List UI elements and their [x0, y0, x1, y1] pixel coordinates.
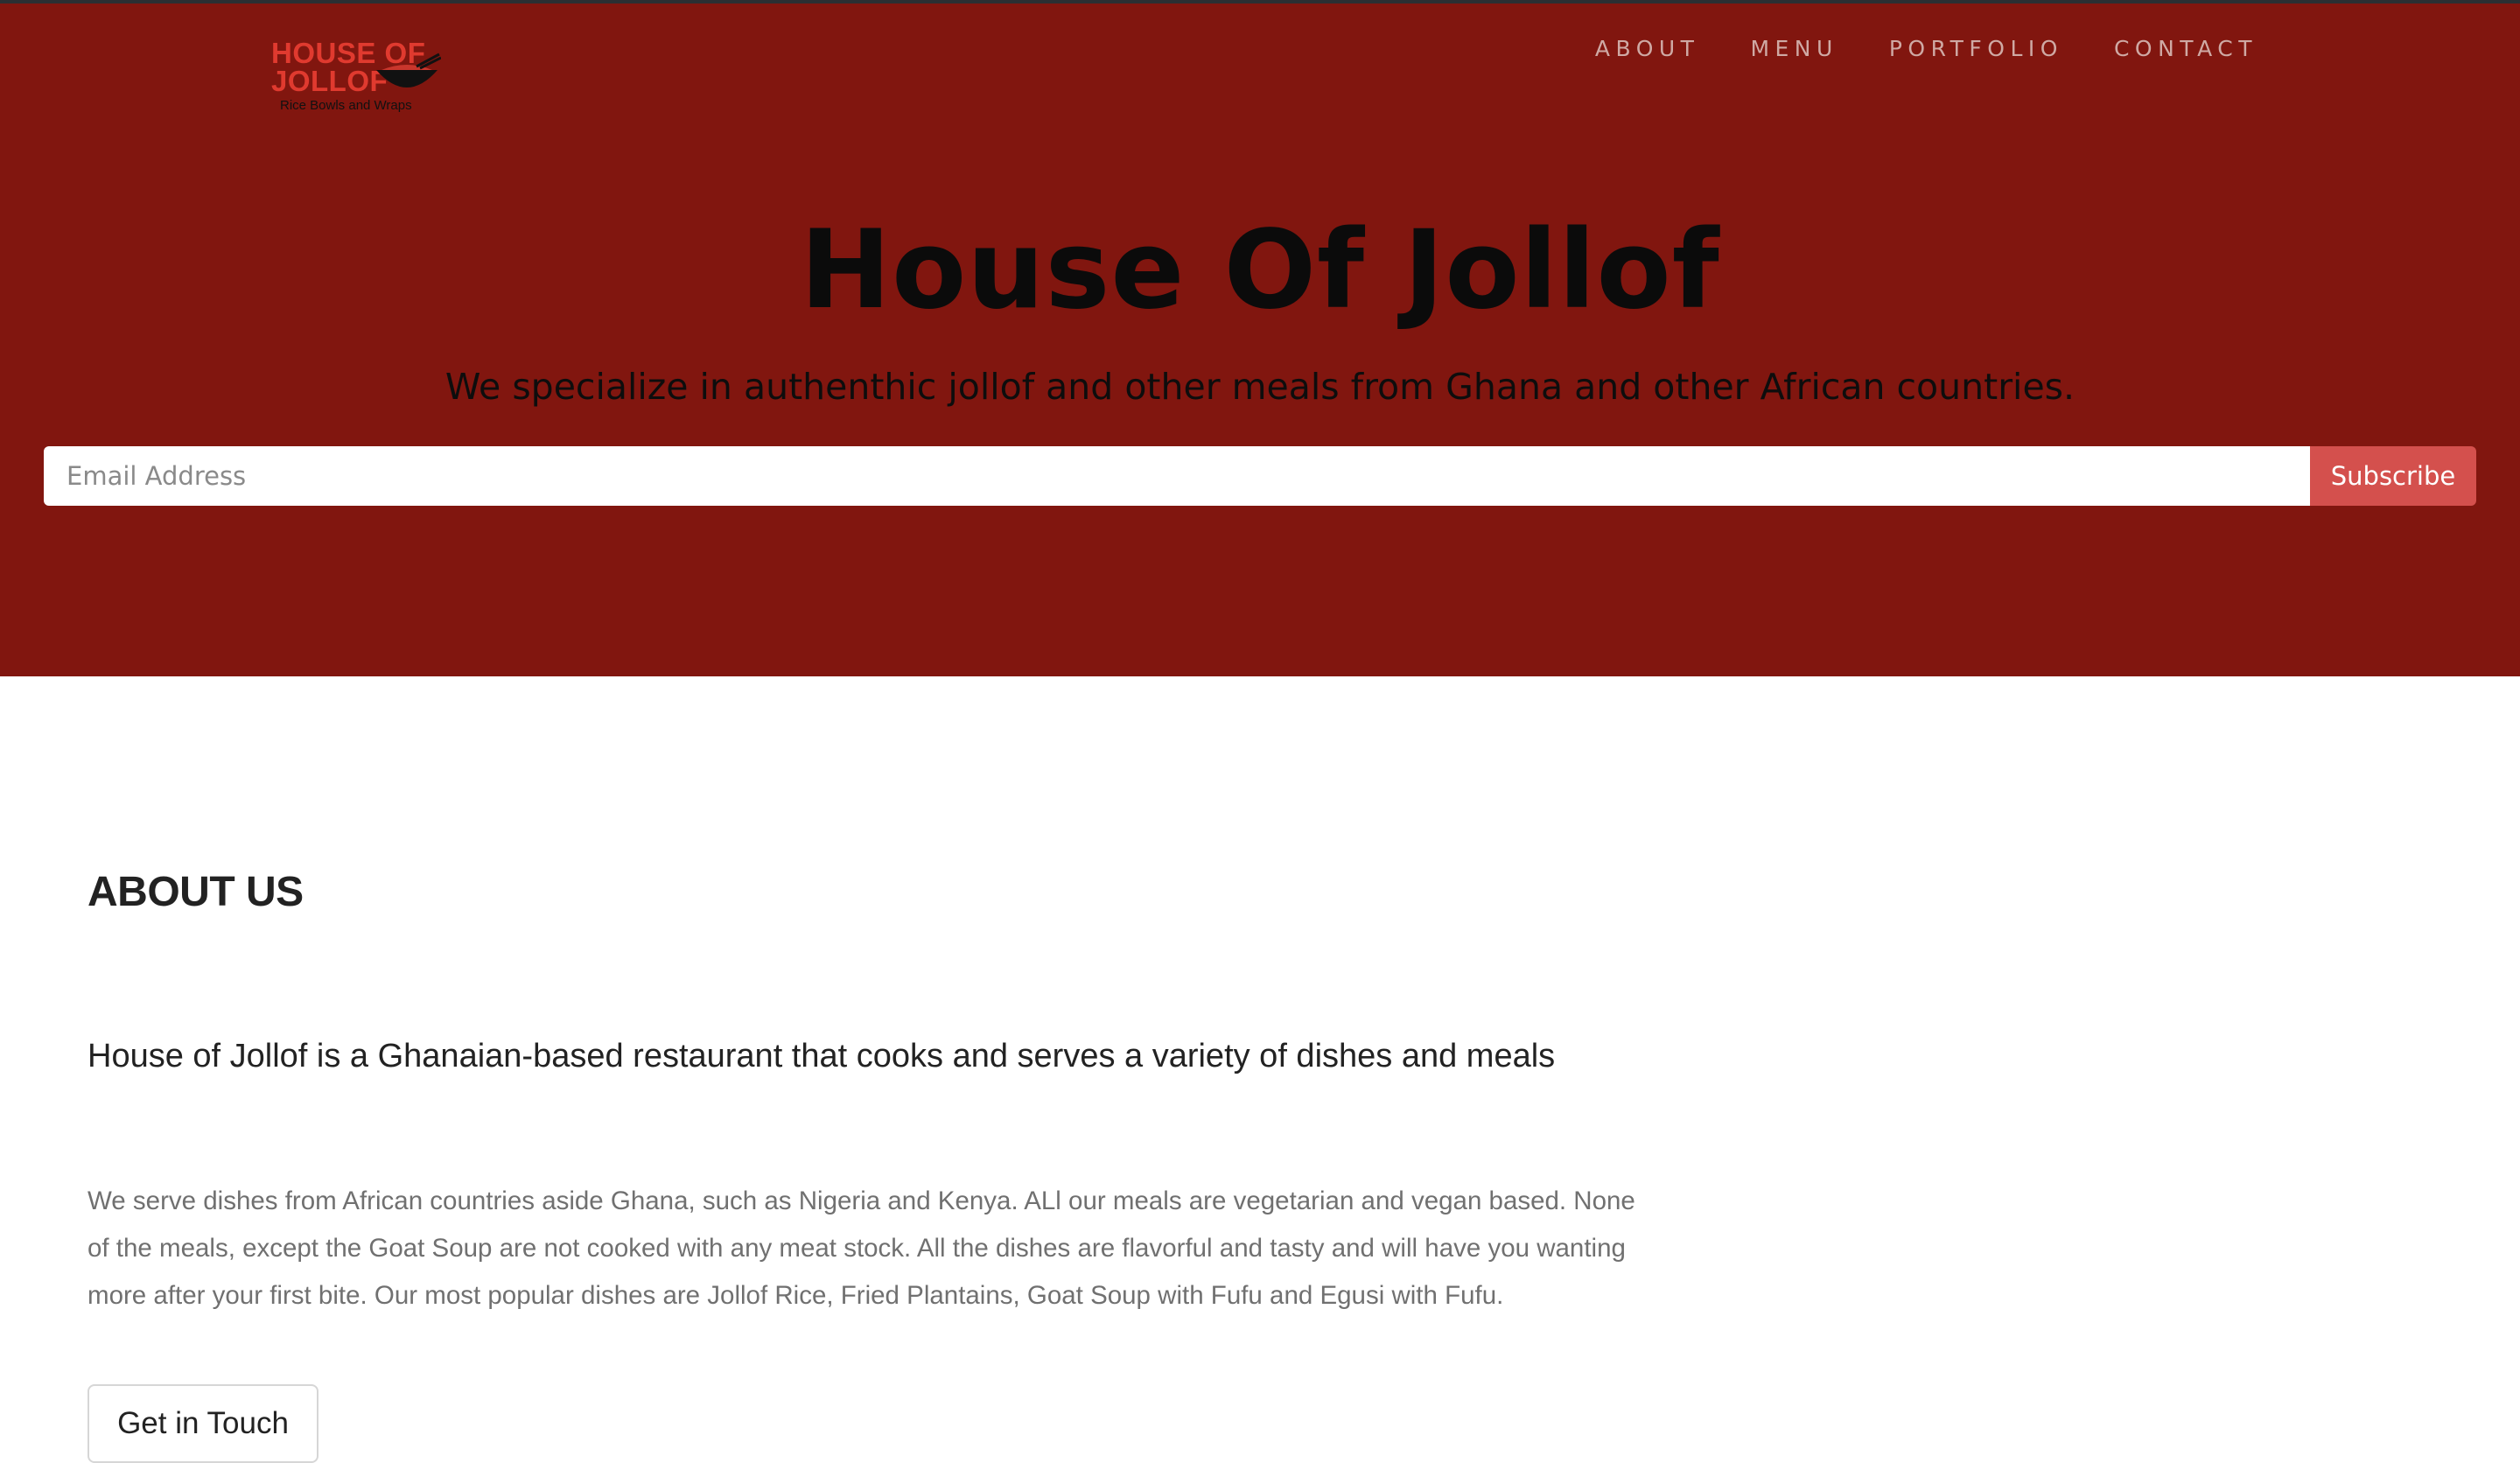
brand-logo[interactable]: HOUSE OF JOLLOF Rice Bowls and Wraps — [270, 38, 444, 119]
email-input[interactable] — [44, 446, 2310, 506]
nav-link-portfolio[interactable]: PORTFOLIO — [1889, 35, 2063, 63]
about-heading: ABOUT US — [88, 869, 304, 915]
get-in-touch-button[interactable]: Get in Touch — [88, 1384, 318, 1463]
rice-bowl-icon — [376, 52, 441, 88]
hero-title: House Of Jollof — [800, 207, 1720, 333]
hero-subtitle: We specialize in authenthic jollof and o… — [444, 366, 2076, 408]
subscribe-button[interactable]: Subscribe — [2310, 446, 2476, 506]
logo-line-2: JOLLOF — [271, 65, 388, 97]
logo-tagline: Rice Bowls and Wraps — [280, 98, 412, 113]
subscribe-form: Subscribe — [44, 446, 2476, 506]
hero-section: HOUSE OF JOLLOF Rice Bowls and Wraps ABO… — [0, 4, 2520, 676]
nav-link-about[interactable]: ABOUT — [1595, 35, 1700, 63]
nav-link-contact[interactable]: CONTACT — [2114, 35, 2258, 63]
about-lead: House of Jollof is a Ghanaian-based rest… — [88, 1038, 1556, 1074]
nav-link-menu[interactable]: MENU — [1750, 35, 1838, 63]
main-nav: ABOUT MENU PORTFOLIO CONTACT — [1544, 35, 2258, 63]
about-body: We serve dishes from African countries a… — [88, 1186, 1635, 1310]
